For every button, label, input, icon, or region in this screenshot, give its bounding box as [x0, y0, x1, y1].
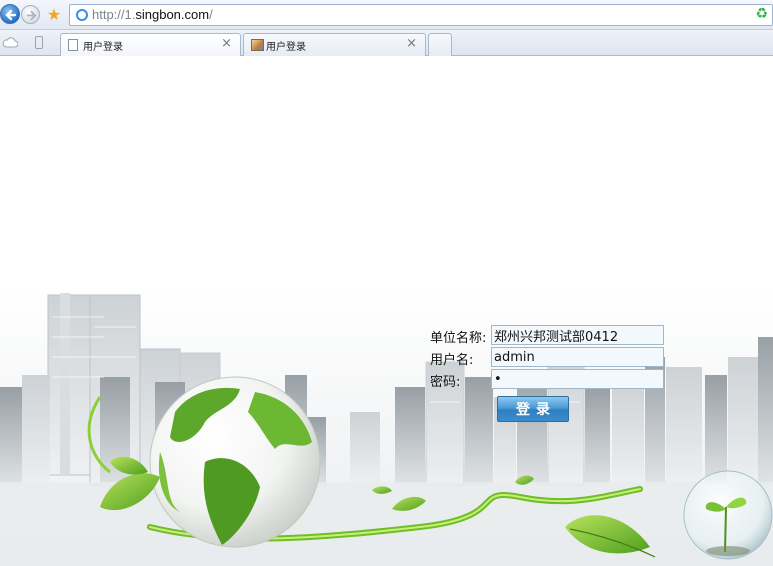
- image-icon: [251, 39, 264, 51]
- city-globe-background: [0, 57, 773, 566]
- password-label: 密码:: [430, 375, 461, 390]
- unit-name-label: 单位名称:: [430, 331, 487, 346]
- tab-login-active[interactable]: 用户登录 ×: [60, 33, 241, 56]
- tab-bar: 用户登录 × 用户登录 ×: [0, 30, 773, 56]
- page-content: 单位名称: 用户名: 密码: 登录: [0, 57, 773, 566]
- tab-label: 用户登录: [266, 42, 306, 53]
- document-icon: [68, 39, 78, 51]
- close-icon[interactable]: ×: [406, 36, 417, 51]
- arrow-left-icon: [5, 9, 17, 21]
- browser-toolbar: ★ http://1.singbon.com/ ♻: [0, 0, 773, 30]
- tab-login[interactable]: 用户登录 ×: [243, 33, 426, 56]
- close-icon[interactable]: ×: [221, 36, 232, 51]
- tab-label: 用户登录: [83, 42, 123, 53]
- phone-icon[interactable]: [35, 36, 43, 49]
- favorite-star-icon[interactable]: ★: [45, 6, 63, 24]
- username-input[interactable]: [491, 347, 664, 367]
- unit-name-input[interactable]: [491, 325, 664, 345]
- refresh-icon[interactable]: ♻: [755, 6, 768, 22]
- new-tab-button[interactable]: [428, 33, 452, 56]
- username-label: 用户名:: [430, 353, 474, 368]
- globe-icon: [76, 9, 88, 21]
- login-button[interactable]: 登录: [497, 396, 569, 422]
- password-input[interactable]: [491, 369, 664, 389]
- back-button[interactable]: [0, 4, 20, 24]
- address-bar[interactable]: http://1.singbon.com/ ♻: [69, 4, 773, 26]
- arrow-right-icon: [26, 10, 37, 21]
- forward-button[interactable]: [21, 5, 40, 24]
- address-url: http://1.singbon.com/: [92, 7, 213, 22]
- cloud-icon[interactable]: [2, 36, 18, 48]
